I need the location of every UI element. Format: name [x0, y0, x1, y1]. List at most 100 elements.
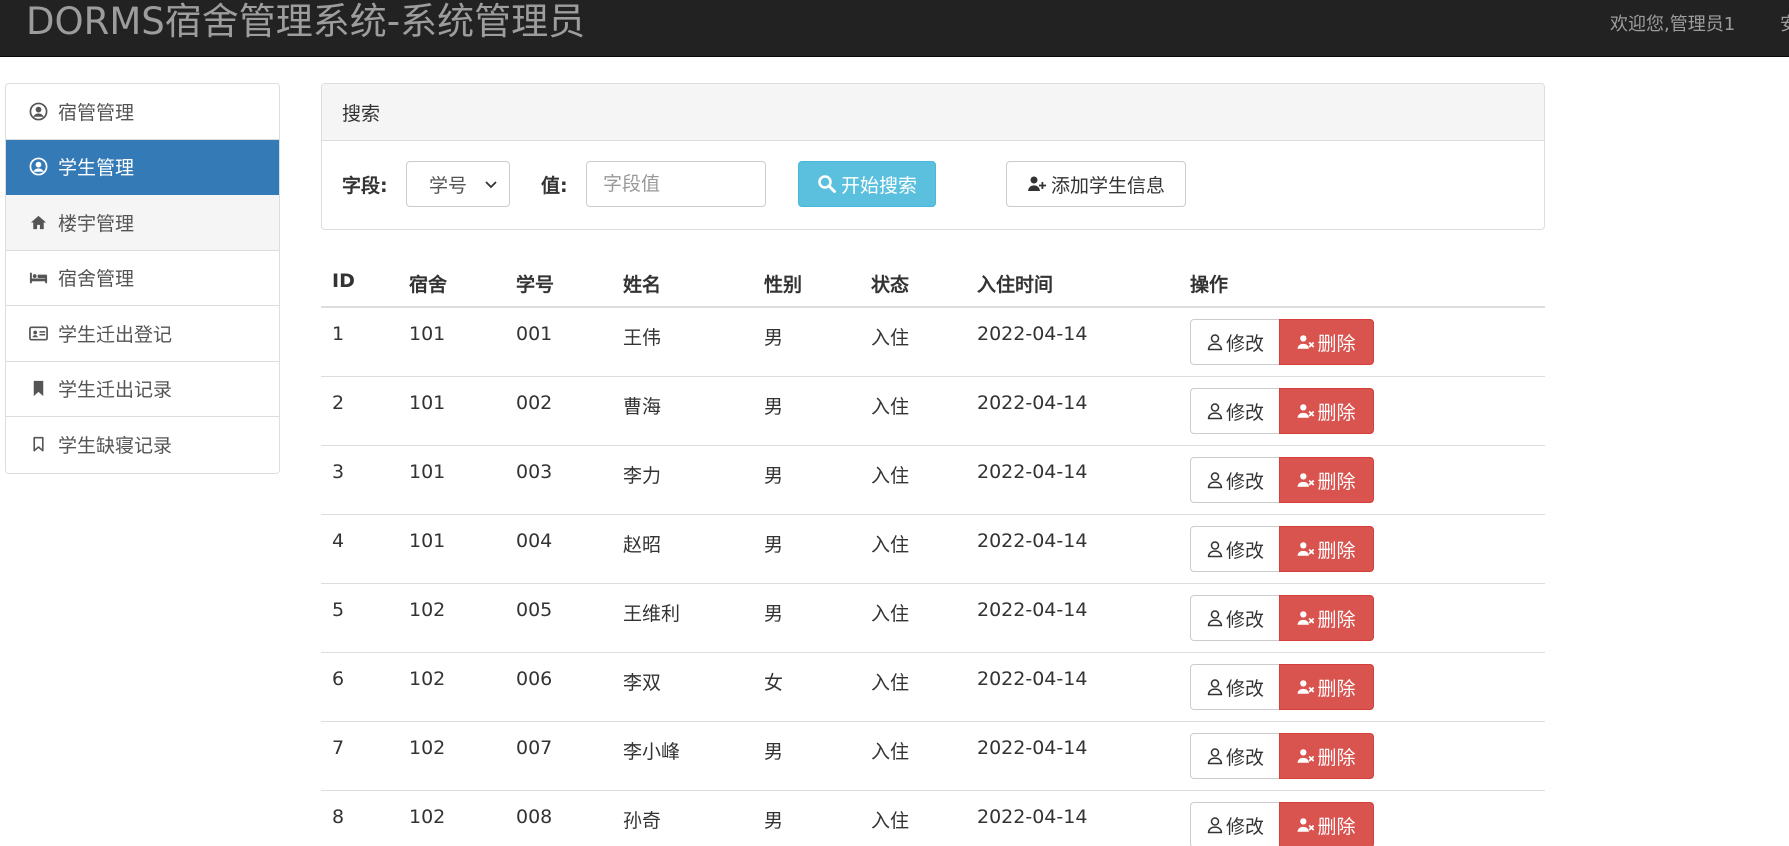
edit-button[interactable]: 修改: [1190, 733, 1280, 779]
app-brand[interactable]: DORMS宿舍管理系统-系统管理员: [26, 0, 585, 44]
user-circle-icon: [28, 157, 48, 177]
delete-button[interactable]: 删除: [1279, 595, 1374, 641]
delete-button[interactable]: 删除: [1279, 526, 1374, 572]
delete-button[interactable]: 删除: [1279, 733, 1374, 779]
cell-id: 1: [332, 323, 345, 345]
cell-dorm: 101: [409, 323, 446, 345]
edit-button[interactable]: 修改: [1190, 802, 1280, 846]
cell-name: 李小峰: [623, 741, 681, 763]
search-panel-body: 字段: 学号 值: 开始搜索 添加学生信息: [322, 141, 1544, 229]
row-actions: 修改 删除: [1190, 526, 1374, 572]
students-table: ID 宿舍 学号 姓名 性别 状态 入住时间 操作 1 101 001 王伟 男…: [321, 256, 1545, 846]
edit-button[interactable]: 修改: [1190, 457, 1280, 503]
edit-button[interactable]: 修改: [1190, 664, 1280, 710]
cell-student-number: 008: [516, 806, 553, 828]
sidebar-item-checkout-records[interactable]: 学生迁出记录: [6, 361, 279, 417]
delete-button[interactable]: 删除: [1279, 319, 1374, 365]
sidebar-item-label: 学生迁出登记: [58, 323, 173, 346]
cell-student-number: 002: [516, 392, 553, 414]
table-row: 3 101 003 李力 男 入住 2022-04-14 修改 删除: [321, 446, 1545, 515]
user-outline-icon: [1207, 817, 1223, 834]
cell-checkin-time: 2022-04-14: [977, 668, 1088, 690]
delete-button-label: 删除: [1317, 401, 1356, 424]
cell-status: 入住: [871, 741, 910, 763]
sidebar-item-label: 宿舍管理: [58, 268, 135, 291]
cell-id: 5: [332, 599, 345, 621]
cell-id: 3: [332, 461, 345, 483]
search-button[interactable]: 开始搜索: [798, 161, 936, 207]
value-input[interactable]: [586, 161, 766, 207]
cell-gender: 男: [764, 810, 784, 832]
edit-button[interactable]: 修改: [1190, 595, 1280, 641]
cell-name: 孙奇: [623, 810, 662, 832]
user-outline-icon: [1207, 748, 1223, 765]
sidebar-item-buildings[interactable]: 楼宇管理: [6, 195, 279, 251]
table-row: 8 102 008 孙奇 男 入住 2022-04-14 修改 删除: [321, 791, 1545, 846]
cell-name: 赵昭: [623, 534, 662, 556]
user-times-icon: [1297, 749, 1315, 763]
cell-id: 4: [332, 530, 345, 552]
edit-button[interactable]: 修改: [1190, 388, 1280, 434]
welcome-user-link[interactable]: 欢迎您,管理员1: [1610, 10, 1735, 36]
table-row: 7 102 007 李小峰 男 入住 2022-04-14 修改 删除: [321, 722, 1545, 791]
edit-button[interactable]: 修改: [1190, 526, 1280, 572]
sidebar-item-dorm-admin[interactable]: 宿管管理: [6, 84, 279, 140]
row-actions: 修改 删除: [1190, 802, 1374, 846]
chevron-down-icon: [485, 181, 497, 189]
add-student-button[interactable]: 添加学生信息: [1006, 161, 1186, 207]
cell-dorm: 101: [409, 392, 446, 414]
cell-status: 入住: [871, 603, 910, 625]
sidebar-item-label: 学生迁出记录: [58, 379, 173, 402]
edit-button-label: 修改: [1225, 470, 1264, 493]
edit-button-label: 修改: [1225, 332, 1264, 355]
table-header: ID 宿舍 学号 姓名 性别 状态 入住时间 操作: [321, 256, 1545, 308]
edit-button-label: 修改: [1225, 677, 1264, 700]
cell-name: 王维利: [623, 603, 681, 625]
user-times-icon: [1297, 680, 1315, 694]
header-id: ID: [332, 270, 355, 292]
header-checkin-time: 入住时间: [977, 274, 1054, 296]
table-row: 4 101 004 赵昭 男 入住 2022-04-14 修改 删除: [321, 515, 1545, 584]
sidebar-item-checkout-register[interactable]: 学生迁出登记: [6, 306, 279, 362]
delete-button[interactable]: 删除: [1279, 664, 1374, 710]
user-plus-icon: [1027, 176, 1046, 191]
navbar-cut-link[interactable]: 安: [1780, 10, 1789, 36]
cell-checkin-time: 2022-04-14: [977, 737, 1088, 759]
table-body: 1 101 001 王伟 男 入住 2022-04-14 修改 删除 2 101…: [321, 308, 1545, 846]
user-outline-icon: [1207, 472, 1223, 489]
row-actions: 修改 删除: [1190, 664, 1374, 710]
cell-status: 入住: [871, 672, 910, 694]
table-row: 1 101 001 王伟 男 入住 2022-04-14 修改 删除: [321, 308, 1545, 377]
user-times-icon: [1297, 473, 1315, 487]
cell-gender: 男: [764, 741, 784, 763]
row-actions: 修改 删除: [1190, 388, 1374, 434]
field-select-value: 学号: [429, 174, 468, 197]
user-circle-icon: [28, 101, 48, 121]
top-navbar: DORMS宿舍管理系统-系统管理员 欢迎您,管理员1 安: [0, 0, 1789, 57]
delete-button[interactable]: 删除: [1279, 802, 1374, 846]
cell-gender: 男: [764, 327, 784, 349]
cell-gender: 女: [764, 672, 784, 694]
edit-button[interactable]: 修改: [1190, 319, 1280, 365]
cell-dorm: 101: [409, 461, 446, 483]
cell-checkin-time: 2022-04-14: [977, 599, 1088, 621]
field-select[interactable]: 学号: [406, 161, 510, 207]
cell-gender: 男: [764, 465, 784, 487]
table-row: 6 102 006 李双 女 入住 2022-04-14 修改 删除: [321, 653, 1545, 722]
header-status: 状态: [871, 274, 910, 296]
header-gender: 性别: [764, 274, 803, 296]
cell-name: 李双: [623, 672, 662, 694]
cell-gender: 男: [764, 534, 784, 556]
user-outline-icon: [1207, 403, 1223, 420]
cell-dorm: 102: [409, 737, 446, 759]
user-outline-icon: [1207, 610, 1223, 627]
delete-button[interactable]: 删除: [1279, 388, 1374, 434]
row-actions: 修改 删除: [1190, 595, 1374, 641]
cell-id: 2: [332, 392, 345, 414]
sidebar-item-absence-records[interactable]: 学生缺寝记录: [6, 417, 279, 473]
sidebar-item-label: 宿管管理: [58, 101, 135, 124]
sidebar-item-dorms[interactable]: 宿舍管理: [6, 250, 279, 306]
delete-button[interactable]: 删除: [1279, 457, 1374, 503]
sidebar-item-students[interactable]: 学生管理: [6, 139, 279, 195]
add-student-button-label: 添加学生信息: [1050, 174, 1165, 197]
